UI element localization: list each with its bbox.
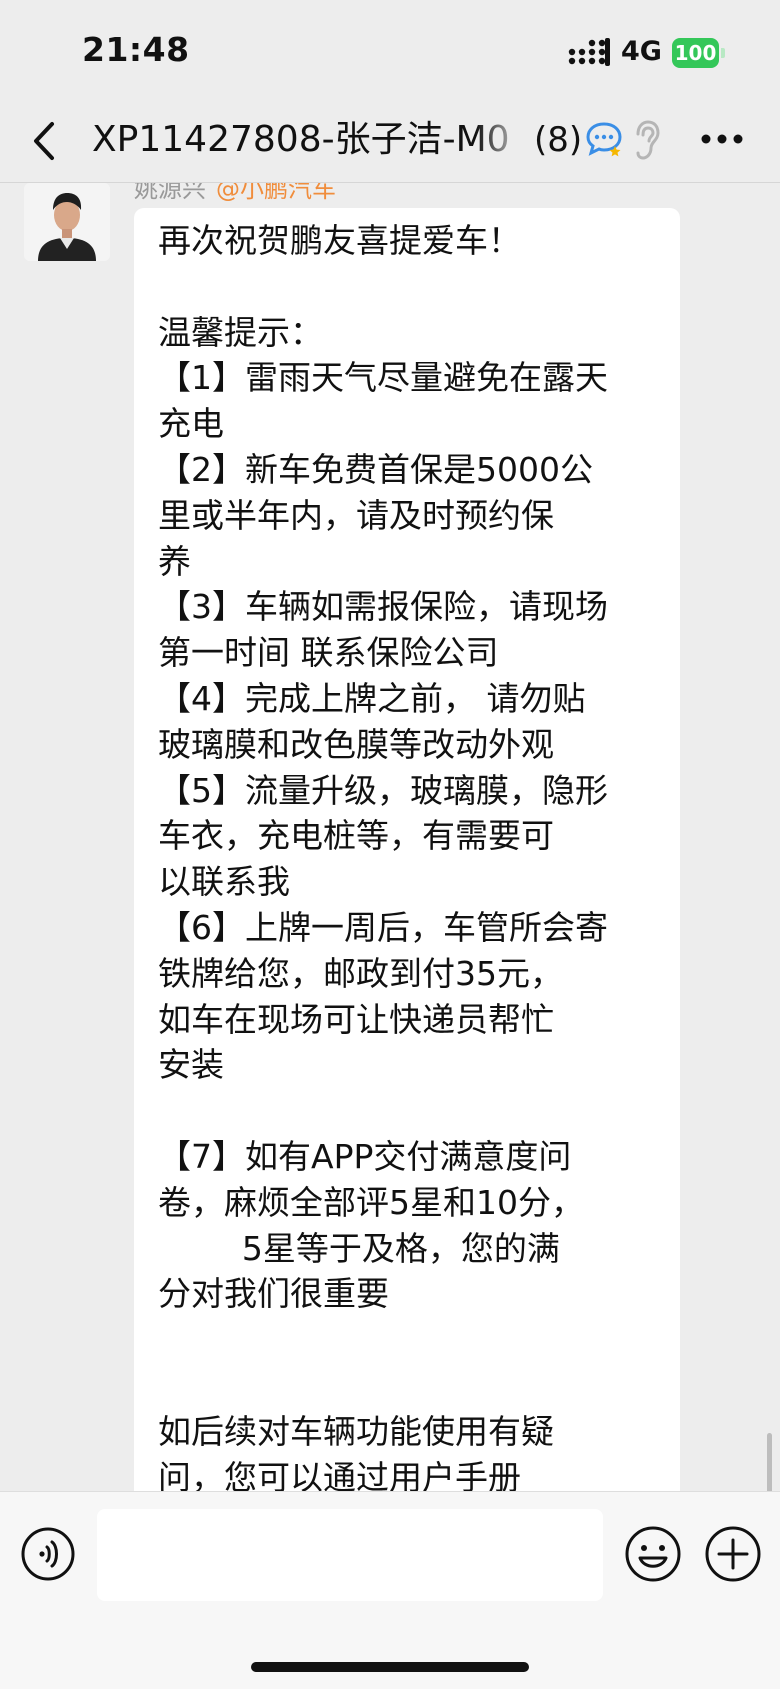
scrollbar[interactable] [767,1433,772,1491]
emoji-icon[interactable] [624,1525,682,1583]
chat-header: XP11427808-张子洁-M0 (8) [0,100,780,183]
voice-icon[interactable] [20,1526,76,1582]
battery-icon: 100 [672,38,725,68]
network-label: 4G [621,36,662,67]
chat-title[interactable]: XP11427808-张子洁-M0 [92,114,528,166]
message-list[interactable]: 姚源兴 @小鹏汽车 再次祝贺鹏友喜提爱车！ 温馨提示： 【1】雷雨天气尽量避免在露… [0,183,780,1491]
back-icon[interactable] [24,118,64,164]
status-bar: 21:48 4G 100 [0,0,780,100]
signal-icon [568,38,610,66]
member-count: (8) [534,120,583,160]
sender-name: 姚源兴 [134,183,206,203]
ear-icon[interactable] [632,118,662,162]
add-icon[interactable] [704,1525,762,1583]
message-bubble[interactable]: 再次祝贺鹏友喜提爱车！ 温馨提示： 【1】雷雨天气尽量避免在露天 充电 【2】新… [134,208,680,1491]
status-time: 21:48 [82,30,190,69]
sender-mention[interactable]: @小鹏汽车 [216,183,336,203]
home-indicator[interactable] [251,1662,529,1672]
more-icon[interactable] [700,133,744,145]
avatar[interactable] [24,183,110,261]
input-bar [0,1491,780,1689]
chat-icon[interactable] [585,120,625,160]
sender-name-line: 姚源兴 @小鹏汽车 [134,183,336,204]
message-text: 再次祝贺鹏友喜提爱车！ 温馨提示： 【1】雷雨天气尽量避免在露天 充电 【2】新… [158,221,608,1491]
battery-level: 100 [674,41,717,65]
message-input[interactable] [97,1509,603,1601]
avatar-image [24,183,110,261]
